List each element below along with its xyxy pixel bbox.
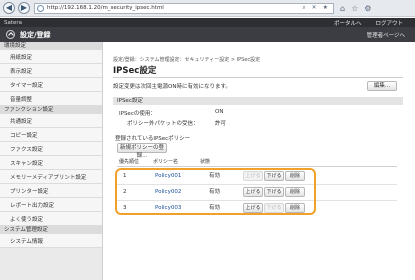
table-divider [117, 166, 397, 167]
settings-icon[interactable]: ⚙ [364, 4, 371, 13]
admin-page-link[interactable]: 管理者ページへ [367, 31, 405, 39]
brand-logo: Satera [4, 19, 23, 26]
sidebar: 環境設定 用紙設定 表示設定 タイマー設定 音量調整 ファンクション設定 共通設… [0, 42, 103, 280]
address-tools[interactable]: ⌕ ✕ ★ [302, 4, 333, 12]
sidebar-item-volume[interactable]: 音量調整 [0, 92, 102, 106]
table-header: 優先順位 ポリシー名 状態 [117, 158, 397, 166]
page-title: IPSec設定 [113, 66, 157, 76]
browser-toolbar: ◀ ▶ http://192.168.1.20/m_security_ipsec… [0, 0, 415, 17]
register-policy-button[interactable]: 新規ポリシーの登録... [117, 143, 167, 159]
policy-out-value: 許可 [215, 121, 227, 127]
sidebar-item-scan[interactable]: スキャン設定 [0, 156, 102, 170]
column-priority: 優先順位 [119, 159, 140, 165]
sidebar-item-common[interactable]: 共通設定 [0, 114, 102, 128]
sidebar-item-report[interactable]: レポート出力設定 [0, 198, 102, 212]
sidebar-section-function: ファンクション設定 [0, 106, 102, 114]
url-text: http://192.168.1.20/m_security_ipsec.htm… [47, 5, 164, 11]
policy-out-label: ポリシー外パケットの受信： [127, 121, 199, 127]
forward-button[interactable]: ▶ [18, 2, 30, 14]
app-title: 設定/登録 [20, 30, 51, 39]
portal-link[interactable]: ポータルへ [334, 19, 362, 27]
back-button[interactable]: ◀ [3, 2, 15, 14]
column-policy-name: ポリシー名 [153, 159, 179, 165]
sidebar-item-favorites[interactable]: よく使う設定 [0, 212, 102, 226]
section-header: IPSec設定 [113, 97, 403, 105]
main-content: 設定/登録：システム管理設定：セキュリティー設定 > IPSec設定 IPSec… [103, 42, 415, 280]
edit-button[interactable]: 編集... [367, 81, 397, 91]
logout-link[interactable]: ログアウト [375, 19, 403, 27]
sidebar-item-system-info[interactable]: システム情報 [0, 234, 102, 248]
home-icon[interactable]: ⌂ [340, 4, 345, 13]
address-bar[interactable]: http://192.168.1.20/m_security_ipsec.htm… [34, 2, 334, 14]
policy-rows-highlight [115, 168, 316, 215]
sidebar-item-paper[interactable]: 用紙設定 [0, 50, 102, 64]
sidebar-item-display[interactable]: 表示設定 [0, 64, 102, 78]
globe-icon [37, 4, 44, 12]
sidebar-item-timer[interactable]: タイマー設定 [0, 78, 102, 92]
policy-list-title: 登録されているIPSecポリシー [115, 136, 191, 142]
title-divider [113, 77, 403, 78]
favorites-icon[interactable]: ☆ [351, 4, 358, 13]
home-icon[interactable] [6, 30, 15, 39]
sidebar-section-system: システム管理設定 [0, 226, 102, 234]
title-bar: 設定/登録 管理者ページへ [0, 27, 415, 42]
sidebar-section-environment: 環境設定 [0, 42, 102, 50]
notice-text: 設定変更は次回主電源ON時に有効になります。 [113, 84, 231, 90]
breadcrumb: 設定/登録：システム管理設定：セキュリティー設定 > IPSec設定 [113, 57, 261, 63]
sidebar-item-copy[interactable]: コピー設定 [0, 128, 102, 142]
sidebar-item-printer[interactable]: プリンター設定 [0, 184, 102, 198]
ipsec-use-label: IPSecの使用： [119, 111, 156, 117]
ipsec-use-value: ON [215, 109, 224, 115]
column-status: 状態 [200, 159, 211, 165]
sidebar-item-fax[interactable]: ファクス設定 [0, 142, 102, 156]
sidebar-item-media-print[interactable]: メモリーメディアプリント設定 [0, 170, 102, 184]
brand-bar: Satera ポータルへ ログアウト [0, 18, 415, 27]
